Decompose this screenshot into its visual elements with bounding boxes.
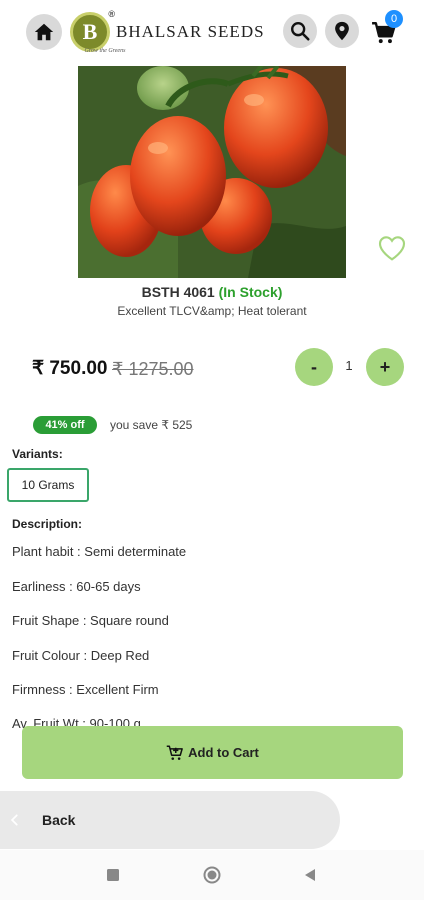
wishlist-button[interactable]	[376, 232, 408, 264]
triangle-back-icon	[305, 869, 315, 881]
tomato-photo	[78, 66, 346, 278]
product-name: BSTH 4061	[141, 284, 215, 300]
search-button[interactable]	[283, 14, 317, 48]
add-to-cart-label: Add to Cart	[188, 745, 259, 760]
registered-mark: ®	[108, 9, 115, 19]
product-image	[78, 66, 346, 278]
discount-badge: 41% off	[33, 416, 97, 434]
variants-label: Variants:	[12, 447, 63, 461]
logo-mark: B ®	[70, 9, 115, 52]
original-price: ₹ 1275.00	[112, 359, 194, 379]
variant-option[interactable]: 10 Grams	[7, 468, 89, 502]
back-button[interactable]: Back	[0, 791, 340, 849]
location-icon	[335, 21, 349, 41]
cart-button[interactable]: 0	[367, 10, 403, 50]
cart-count-badge: 0	[385, 10, 403, 28]
add-to-cart-button[interactable]: Add to Cart	[22, 726, 403, 779]
stock-status: (In Stock)	[218, 284, 283, 300]
quantity-decrease-button[interactable]: -	[295, 348, 333, 386]
home-button[interactable]	[26, 14, 62, 50]
chevron-left-icon	[10, 814, 18, 826]
heart-icon	[378, 236, 406, 261]
home-icon	[34, 23, 54, 41]
description-line: Fruit Shape : Square round	[12, 613, 169, 628]
brand-logo[interactable]: B ® BHALSAR SEEDS Grow the Greens	[70, 6, 270, 58]
add-to-cart-icon	[166, 745, 183, 760]
sale-price: ₹ 750.00	[32, 358, 108, 379]
brand-name: BHALSAR SEEDS	[116, 22, 265, 41]
product-title: BSTH 4061 (In Stock)	[0, 284, 424, 300]
home-system-button[interactable]	[203, 866, 221, 884]
search-icon	[291, 22, 310, 41]
location-button[interactable]	[325, 14, 359, 48]
app-header: B ® BHALSAR SEEDS Grow the Greens 0	[0, 0, 424, 64]
system-nav-bar	[0, 850, 424, 900]
description-line: Earliness : 60-65 days	[12, 579, 141, 594]
product-tagline: Excellent TLCV&amp; Heat tolerant	[117, 304, 307, 318]
savings-text: you save ₹ 525	[110, 418, 193, 432]
brand-tagline: Grow the Greens	[84, 48, 126, 54]
quantity-value: 1	[345, 358, 353, 373]
description-line: Plant habit : Semi determinate	[12, 544, 187, 559]
back-label: Back	[42, 812, 76, 828]
recents-button[interactable]	[104, 866, 122, 884]
quantity-increase-button[interactable]: +	[366, 348, 404, 386]
back-system-button[interactable]	[301, 866, 319, 884]
square-icon	[107, 869, 119, 881]
description-label: Description:	[12, 517, 83, 531]
description-line: Fruit Colour : Deep Red	[12, 648, 150, 663]
description-line: Firmness : Excellent Firm	[12, 682, 159, 697]
circle-icon	[203, 866, 221, 884]
